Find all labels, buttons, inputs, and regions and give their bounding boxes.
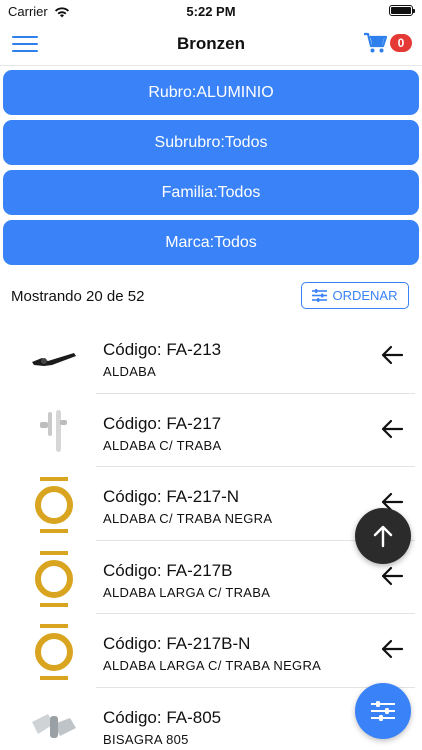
product-code: Código: FA-217B bbox=[103, 560, 233, 580]
arrow-left-icon[interactable] bbox=[380, 566, 404, 586]
placeholder-logo-icon bbox=[35, 624, 73, 680]
page-title: Bronzen bbox=[177, 34, 245, 53]
product-description: ALDABA bbox=[103, 364, 157, 379]
product-description: ALDABA C/ TRABA NEGRA bbox=[103, 511, 273, 526]
order-button[interactable]: ORDENAR bbox=[301, 282, 409, 309]
product-description: ALDABA LARGA C/ TRABA bbox=[103, 584, 271, 600]
hinge-icon bbox=[32, 713, 76, 738]
arrow-up-icon bbox=[373, 525, 393, 548]
battery-icon bbox=[389, 5, 415, 16]
sliders-icon bbox=[312, 289, 328, 302]
latch-handle-icon bbox=[32, 353, 76, 366]
filter-fab-button[interactable] bbox=[355, 683, 411, 739]
status-bar: Carrier 5:22 PM bbox=[0, 0, 422, 22]
product-code: Código: FA-217-N bbox=[103, 487, 240, 506]
cart-button[interactable]: 0 bbox=[363, 32, 412, 54]
scroll-to-top-button[interactable] bbox=[355, 508, 411, 564]
arrow-left-icon[interactable] bbox=[380, 419, 404, 439]
sliders-icon bbox=[371, 701, 395, 721]
arrow-left-icon[interactable] bbox=[380, 639, 404, 659]
product-row[interactable]: Código: FA-217B-N ALDABA LARGA C/ TRABA … bbox=[0, 614, 422, 688]
clock: 5:22 PM bbox=[186, 4, 236, 19]
filter-marca-button[interactable]: Marca:Todos bbox=[3, 220, 419, 265]
product-row[interactable]: Código: FA-217B ALDABA LARGA C/ TRABA bbox=[0, 541, 422, 614]
product-code: Código: FA-217 bbox=[103, 413, 222, 433]
cart-count-badge: 0 bbox=[390, 34, 412, 52]
filter-familia-button[interactable]: Familia:Todos bbox=[3, 170, 419, 215]
filter-rubro-button[interactable]: Rubro:ALUMINIO bbox=[3, 70, 419, 115]
results-count: Mostrando 20 de 52 bbox=[11, 288, 145, 305]
filter-panel: Rubro:ALUMINIO Subrubro:Todos Familia:To… bbox=[3, 70, 419, 270]
cart-icon bbox=[364, 32, 387, 53]
product-description: ALDABA LARGA C/ TRABA NEGRA bbox=[103, 658, 322, 673]
filter-subrubro-button[interactable]: Subrubro:Todos bbox=[3, 120, 419, 165]
latch-lock-icon bbox=[40, 409, 67, 452]
product-code: Código: FA-805 bbox=[103, 707, 222, 727]
nav-bar: Bronzen 0 bbox=[0, 22, 422, 66]
product-description: BISAGRA 805 bbox=[103, 731, 189, 747]
product-row[interactable]: Código: FA-217 ALDABA C/ TRABA bbox=[0, 394, 422, 467]
product-row[interactable]: Código: FA-213 ALDABA bbox=[0, 320, 422, 394]
order-label: ORDENAR bbox=[332, 288, 398, 303]
product-code: Código: FA-213 bbox=[103, 340, 222, 359]
arrow-left-icon[interactable] bbox=[380, 345, 404, 365]
placeholder-logo-icon bbox=[35, 550, 73, 607]
product-code: Código: FA-217B-N bbox=[103, 634, 251, 653]
placeholder-logo-icon bbox=[35, 477, 73, 533]
product-description: ALDABA C/ TRABA bbox=[103, 437, 222, 453]
